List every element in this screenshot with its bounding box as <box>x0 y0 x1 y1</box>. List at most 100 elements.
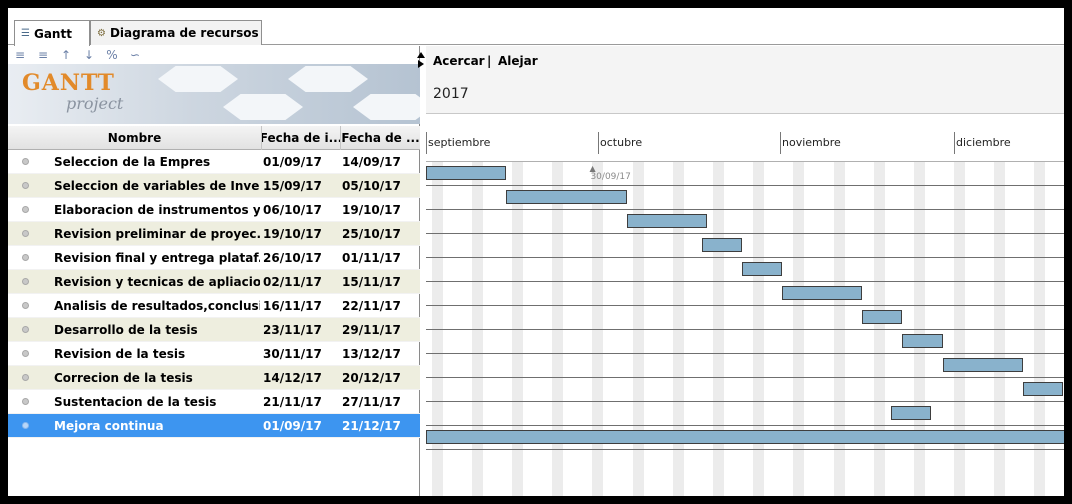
row-divider <box>426 401 1064 402</box>
task-bar[interactable] <box>626 214 708 228</box>
task-bar[interactable] <box>506 190 627 204</box>
row-divider <box>426 449 1064 450</box>
task-start-date: 15/09/17 <box>263 179 322 193</box>
row-divider <box>426 353 1064 354</box>
task-row[interactable]: Sustentacion de la tesis 21/11/17 27/11/17 <box>8 390 420 414</box>
task-row[interactable]: Revision final y entrega plataf... 26/10/… <box>8 246 420 270</box>
tab-resources[interactable]: ⚙ Diagrama de recursos <box>90 20 262 45</box>
zoom-separator: | <box>487 54 492 68</box>
task-name: Mejora continua <box>54 419 164 433</box>
row-divider <box>426 305 1064 306</box>
task-bar[interactable] <box>426 430 1064 444</box>
task-name: Analisis de resultados,conclusi... <box>54 299 260 313</box>
task-row[interactable]: Correcion de la tesis 14/12/17 20/12/17 <box>8 366 420 390</box>
task-start-date: 30/11/17 <box>263 347 322 361</box>
task-name: Seleccion de variables de Inve... <box>54 179 260 193</box>
tab-gantt[interactable]: ☰ Gantt <box>14 20 90 46</box>
task-name: Elaboracion de instrumentos y... <box>54 203 260 217</box>
outdent-icon[interactable]: ≡ <box>36 48 50 62</box>
column-header-end[interactable]: Fecha de ... <box>341 126 420 150</box>
task-bar[interactable] <box>902 334 943 348</box>
task-start-date: 01/09/17 <box>263 155 322 169</box>
task-row[interactable]: Seleccion de la Empres 01/09/17 14/09/17 <box>8 150 420 174</box>
task-panel: ≡ ≡ ↑ ↓ % ∽ GANTT project Nombre Fecha d… <box>8 46 420 496</box>
task-bar[interactable] <box>741 262 782 276</box>
table-header: Nombre Fecha de i... Fecha de ... <box>8 126 420 150</box>
timeline-months: septiembre octubre noviembre diciembre <box>426 114 1064 162</box>
task-bar[interactable] <box>862 310 903 324</box>
task-toolbar: ≡ ≡ ↑ ↓ % ∽ <box>8 46 420 64</box>
task-row[interactable]: Mejora continua 01/09/17 21/12/17 <box>8 414 420 438</box>
task-start-date: 26/10/17 <box>263 251 322 265</box>
task-row[interactable]: Analisis de resultados,conclusi... 16/11/… <box>8 294 420 318</box>
task-bullet-icon <box>22 182 29 189</box>
gantt-window: ☰ Gantt ⚙ Diagrama de recursos ≡ ≡ ↑ ↓ %… <box>8 8 1064 496</box>
task-end-date: 20/12/17 <box>342 371 401 385</box>
task-start-date: 06/10/17 <box>263 203 322 217</box>
task-row[interactable]: Elaboracion de instrumentos y... 06/10/17… <box>8 198 420 222</box>
task-start-date: 14/12/17 <box>263 371 322 385</box>
task-row[interactable]: Seleccion de variables de Inve... 15/09/1… <box>8 174 420 198</box>
tab-gantt-label: Gantt <box>33 26 72 41</box>
task-end-date: 21/12/17 <box>342 419 401 433</box>
indent-icon[interactable]: ≡ <box>13 48 27 62</box>
task-table: Seleccion de la Empres 01/09/17 14/09/17 Se… <box>8 150 420 438</box>
move-up-icon[interactable]: ↑ <box>59 48 73 62</box>
row-divider <box>426 257 1064 258</box>
task-row[interactable]: Revision de la tesis 30/11/17 13/12/17 <box>8 342 420 366</box>
month-tick <box>426 132 427 154</box>
task-bullet-icon <box>22 374 29 381</box>
zoom-bar: Acercar | Alejar 2017 <box>426 46 1064 114</box>
month-tick <box>598 132 599 154</box>
row-divider <box>426 281 1064 282</box>
column-header-start[interactable]: Fecha de i... <box>262 126 341 150</box>
month-label-december: diciembre <box>956 136 1011 149</box>
task-bar[interactable] <box>942 358 1023 372</box>
gantt-chart-panel: Acercar | Alejar 2017 septiembre octubre… <box>426 46 1064 496</box>
task-row[interactable]: Desarrollo de la tesis 23/11/17 29/11/17 <box>8 318 420 342</box>
task-name: Revision de la tesis <box>54 347 186 361</box>
gantt-grid[interactable]: ▲ 30/09/17 <box>426 162 1064 496</box>
logo-word: GANTT <box>22 70 115 96</box>
task-bullet-icon <box>22 278 29 285</box>
task-end-date: 05/10/17 <box>342 179 401 193</box>
link-icon[interactable]: % <box>105 48 119 62</box>
task-name: Correcion de la tesis <box>54 371 193 385</box>
month-label-november: noviembre <box>782 136 841 149</box>
task-bar[interactable] <box>701 238 742 252</box>
timeline-year: 2017 <box>433 86 469 102</box>
task-start-date: 02/11/17 <box>263 275 322 289</box>
collapse-up-icon[interactable] <box>417 52 425 58</box>
month-label-september: septiembre <box>428 136 491 149</box>
tab-resources-label: Diagrama de recursos <box>109 26 259 40</box>
zoom-out-link[interactable]: Alejar <box>498 54 538 68</box>
task-bar[interactable] <box>426 166 507 180</box>
today-label: 30/09/17 <box>590 172 631 182</box>
task-bar[interactable] <box>890 406 932 420</box>
task-start-date: 23/11/17 <box>263 323 322 337</box>
task-end-date: 22/11/17 <box>342 299 401 313</box>
row-divider <box>426 185 1064 186</box>
column-header-name[interactable]: Nombre <box>8 126 262 150</box>
unlink-icon[interactable]: ∽ <box>128 48 142 62</box>
ganttproject-logo: GANTT project <box>8 64 420 124</box>
zoom-in-link[interactable]: Acercar <box>433 54 485 68</box>
month-tick <box>780 132 781 154</box>
move-down-icon[interactable]: ↓ <box>82 48 96 62</box>
task-start-date: 16/11/17 <box>263 299 322 313</box>
logo-subtitle: project <box>66 94 124 113</box>
task-name: Revision preliminar de proyec... <box>54 227 260 241</box>
resources-icon: ⚙ <box>97 27 106 39</box>
expand-right-icon[interactable] <box>418 60 424 68</box>
task-name: Sustentacion de la tesis <box>54 395 217 409</box>
task-bullet-icon <box>22 398 29 405</box>
task-row[interactable]: Revision preliminar de proyec... 19/10/17… <box>8 222 420 246</box>
task-bar[interactable] <box>781 286 863 300</box>
task-row[interactable]: Revision y tecnicas de apliacio... 02/11/… <box>8 270 420 294</box>
task-bullet-icon <box>22 230 29 237</box>
task-end-date: 29/11/17 <box>342 323 401 337</box>
gantt-icon: ☰ <box>21 28 30 39</box>
task-bar[interactable] <box>1022 382 1064 396</box>
task-start-date: 01/09/17 <box>263 419 322 433</box>
task-end-date: 15/11/17 <box>342 275 401 289</box>
